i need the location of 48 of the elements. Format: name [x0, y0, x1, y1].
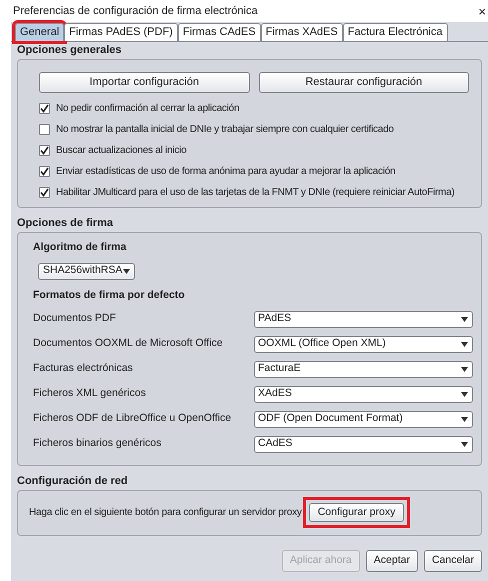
action-button[interactable]: Restaurar configuración [258, 72, 469, 93]
section-title: Opciones de firma [17, 216, 114, 230]
section-title: Configuración de red [17, 474, 129, 488]
tab[interactable]: Firmas XAdES [260, 23, 343, 41]
section-title: Opciones generales [17, 43, 123, 57]
field-label: Formatos de firma por defecto [33, 288, 186, 303]
checkbox-label: No pedir confirmación al cerrar la aplicación [56, 102, 240, 116]
format-dropdown[interactable]: OOXML (Office Open XML) [254, 336, 473, 352]
field-label: Documentos OOXML de Microsoft Office [33, 336, 224, 352]
close-button[interactable]: × [478, 4, 486, 18]
dialog-button[interactable]: Aceptar [366, 550, 418, 572]
format-dropdown[interactable]: PAdES [254, 310, 473, 328]
tab[interactable]: General [15, 23, 64, 41]
format-dropdown[interactable]: XAdES [254, 386, 473, 402]
checkbox[interactable] [39, 145, 50, 156]
checkbox-label: No mostrar la pantalla inicial de DNIe y trabajar siempre con cualquier certificado [56, 123, 394, 137]
format-dropdown[interactable]: CAdES [254, 436, 473, 452]
action-button[interactable]: Importar configuración [39, 72, 250, 93]
format-dropdown[interactable]: ODF (Open Document Format) [254, 410, 473, 428]
dropdown-caret-icon [461, 342, 468, 346]
checkbox[interactable] [39, 103, 50, 114]
tab[interactable]: Factura Electrónica [342, 23, 448, 41]
format-dropdown[interactable]: FacturaE [254, 360, 473, 378]
dropdown-caret-icon [123, 268, 130, 274]
field-label: Ficheros ODF de LibreOffice u OpenOffice [33, 411, 232, 426]
checkbox-label: Buscar actualizaciones al inicio [56, 144, 186, 158]
dropdown-caret-icon [461, 442, 468, 446]
tab[interactable]: Firmas CAdES [178, 23, 261, 41]
dropdown-caret-icon [461, 366, 468, 372]
dropdown-caret-icon [461, 416, 468, 422]
field-label: Ficheros binarios genéricos [33, 436, 162, 452]
checkbox[interactable] [39, 124, 50, 135]
algorithm-dropdown[interactable]: SHA256withRSA [38, 262, 135, 280]
field-label: Ficheros XML genéricos [33, 386, 147, 402]
window-title: Preferencias de configuración de firma electrónica [13, 4, 258, 19]
field-label: Facturas electrónicas [33, 361, 134, 376]
checkbox[interactable] [39, 166, 50, 177]
dropdown-caret-icon [461, 392, 468, 396]
checkbox[interactable] [39, 187, 50, 198]
checkbox-label: Habilitar JMulticard para el uso de las tarjetas de la FNMT y DNIe (requiere reiniciar AutoFirma) [56, 186, 454, 200]
tab[interactable]: Firmas PAdES (PDF) [64, 23, 178, 41]
field-label: Documentos PDF [33, 311, 117, 326]
checkbox-label: Enviar estadísticas de uso de forma anónima para ayudar a mejorar la aplicación [56, 165, 396, 179]
configure-proxy-button[interactable]: Configurar proxy [308, 503, 404, 522]
proxy-description: Haga clic en el siguiente botón para configurar un servidor proxy [29, 506, 302, 520]
dialog-button[interactable]: Cancelar [424, 550, 482, 572]
dropdown-caret-icon [461, 316, 468, 322]
field-label: Algoritmo de firma [33, 240, 128, 255]
